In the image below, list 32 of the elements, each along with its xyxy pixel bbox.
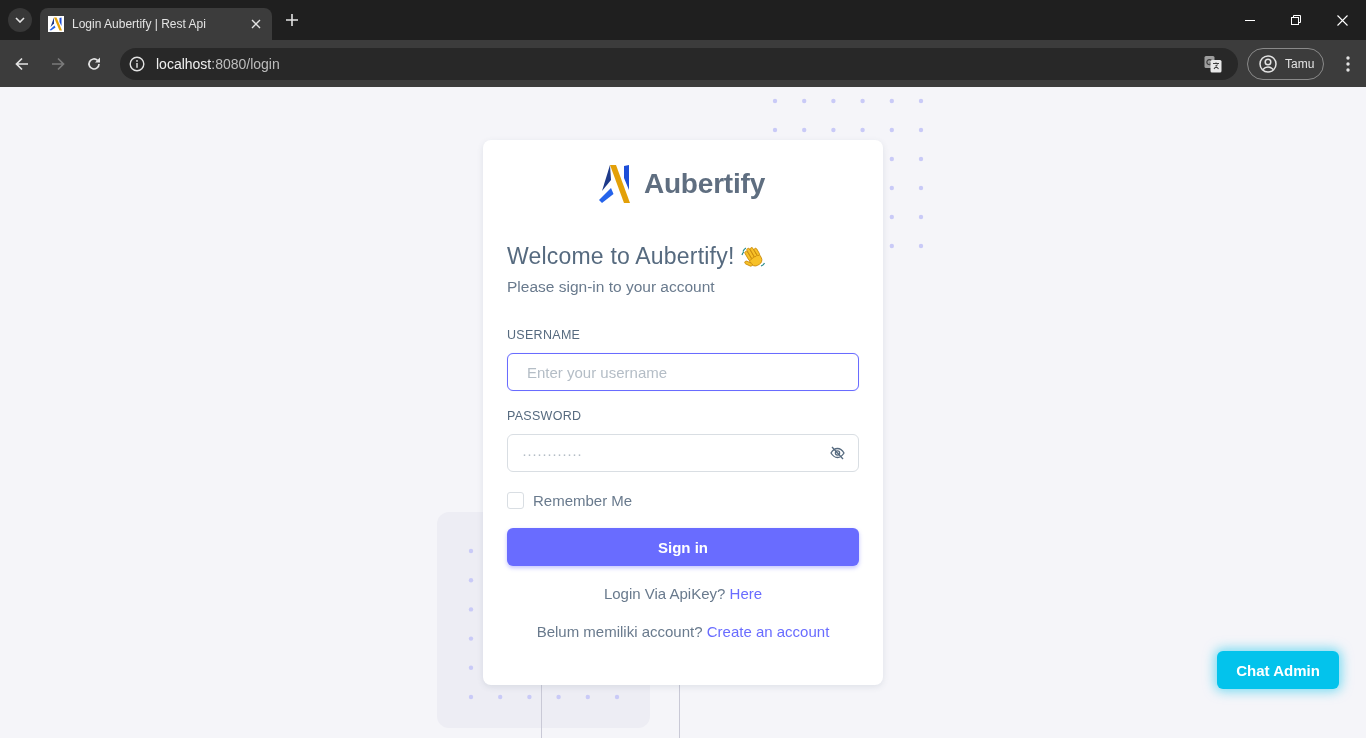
back-arrow-icon[interactable] [15, 56, 29, 71]
browser-tab[interactable]: Login Aubertify | Rest Api [40, 8, 272, 40]
url-text[interactable]: localhost:8080/login [156, 55, 280, 72]
prompt-link[interactable]: Here [729, 585, 763, 602]
profile-icon [1259, 54, 1277, 73]
logo-icon [598, 165, 630, 203]
reload-icon[interactable] [87, 56, 101, 71]
plus-icon[interactable] [286, 14, 298, 26]
brand-name: Aubertify [643, 168, 766, 200]
minimize-icon[interactable] [1245, 19, 1255, 21]
chevron-down-icon [15, 17, 25, 23]
close-icon[interactable] [251, 19, 261, 29]
prompt-text: Login Via ApiKey? Here [602, 584, 764, 604]
field-label: PASSWORD [507, 408, 583, 425]
sign-in-subtitle: Please sign-in to your account [507, 277, 716, 297]
field-label: USERNAME [507, 327, 582, 344]
tab-list-button[interactable] [8, 8, 32, 32]
restore-icon[interactable] [1291, 15, 1301, 25]
menu-icon[interactable] [1346, 55, 1350, 72]
remember-label[interactable]: Remember Me [533, 491, 633, 509]
eye-off-icon[interactable] [830, 446, 845, 460]
welcome-heading: Welcome to Aubertify! [507, 242, 735, 271]
remember-checkbox[interactable] [507, 491, 524, 509]
password-field[interactable]: ············ [507, 434, 859, 472]
username-field[interactable]: Enter your username [507, 353, 859, 391]
prompt-text: Belum memiliki account? Create an account [535, 622, 831, 642]
translate-icon[interactable] [1204, 54, 1222, 73]
favicon-icon [48, 16, 64, 32]
prompt-link[interactable]: Create an account [706, 623, 830, 640]
info-icon[interactable] [129, 55, 145, 72]
address-bar[interactable]: localhost:8080/login [120, 47, 1238, 80]
sign-in-button[interactable]: Sign in [507, 528, 859, 566]
